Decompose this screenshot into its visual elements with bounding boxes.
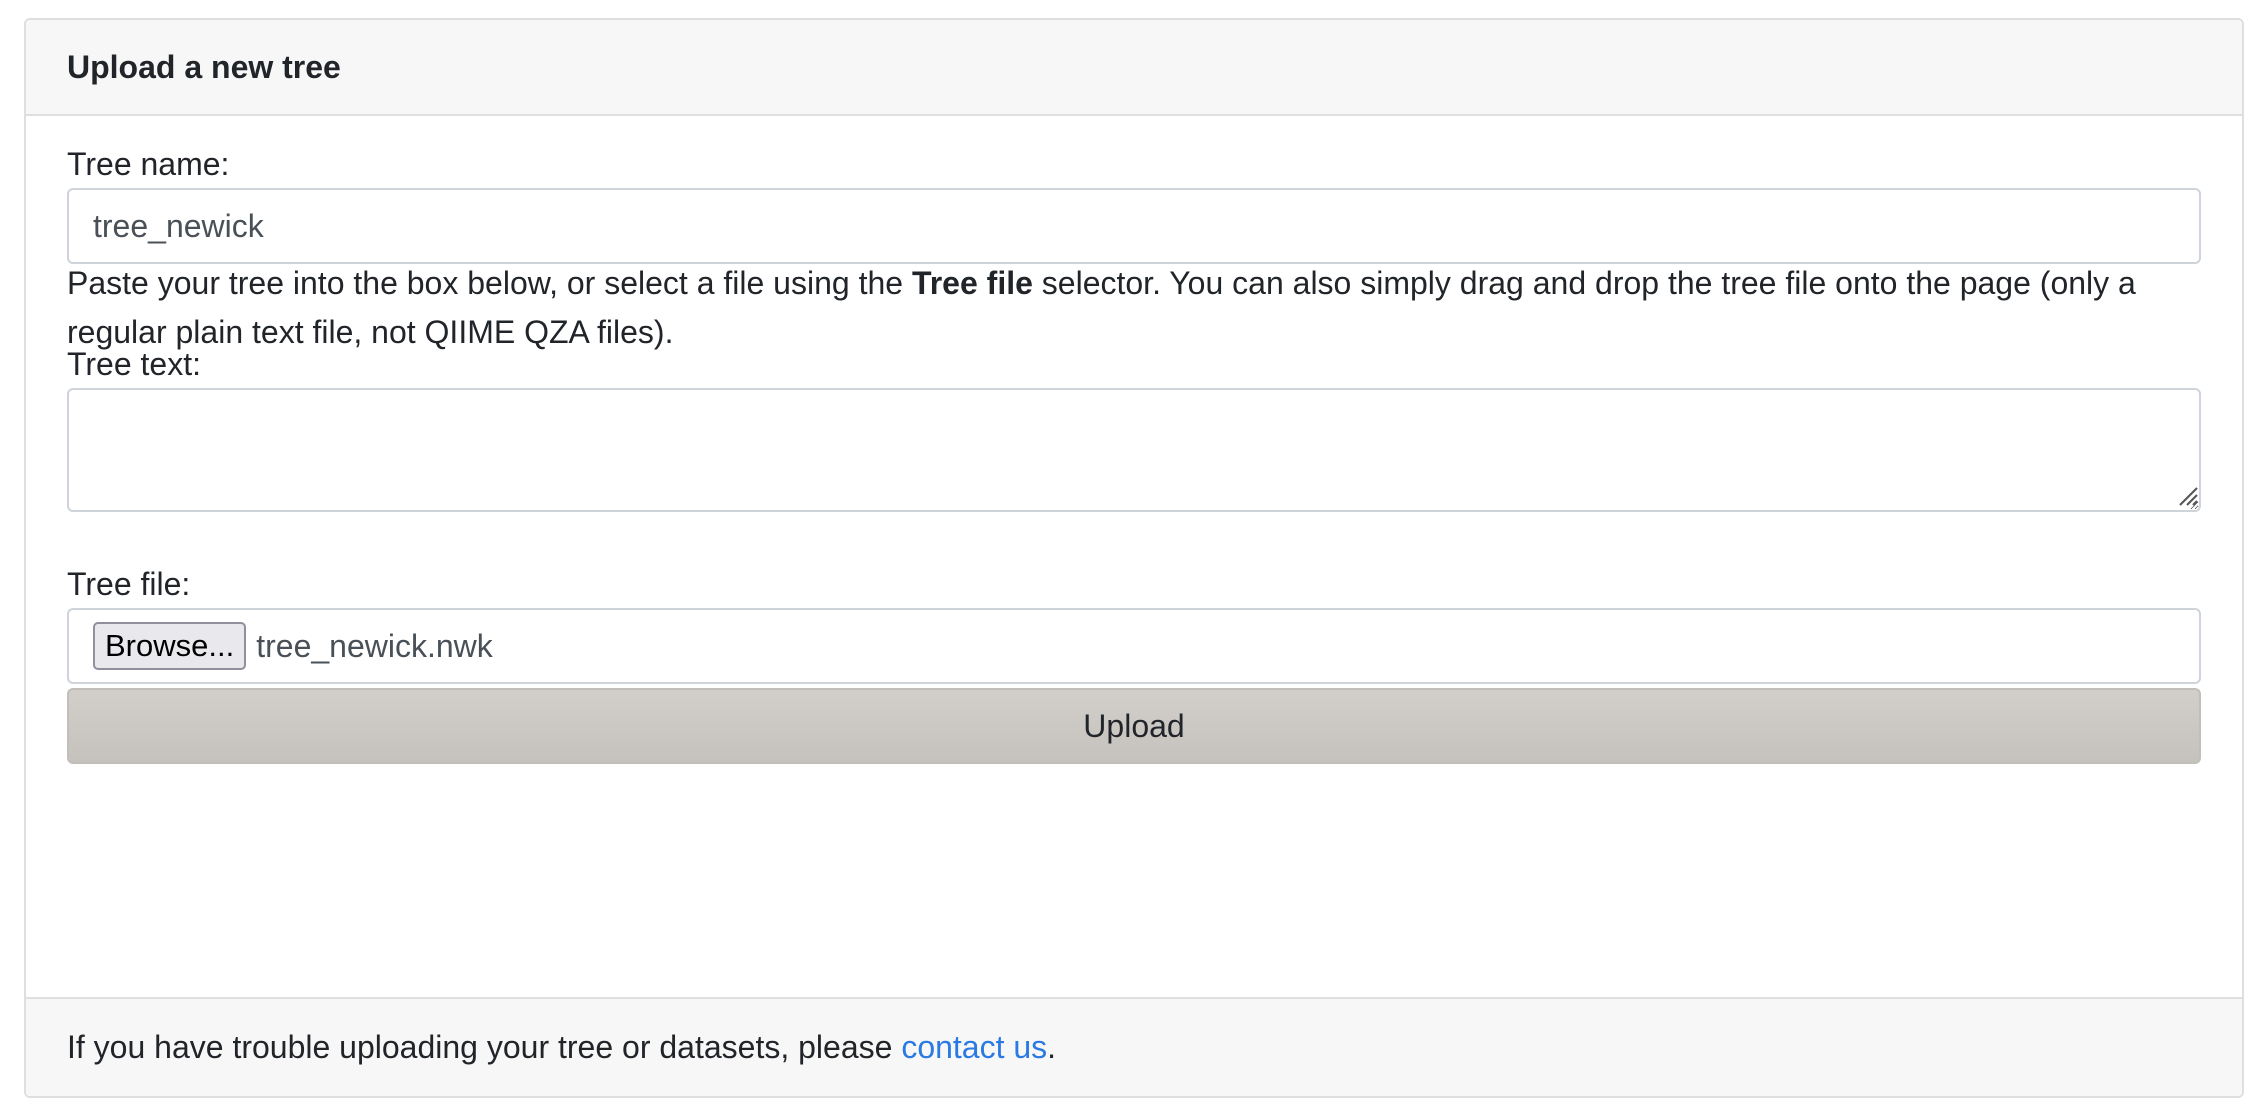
help-text: Paste your tree into the box below, or s… (67, 259, 2207, 357)
card-body: Tree name: Paste your tree into the box … (26, 116, 2242, 999)
card-header: Upload a new tree (26, 20, 2242, 116)
resize-grip-icon[interactable] (2176, 484, 2198, 506)
help-text-before: Paste your tree into the box below, or s… (67, 265, 912, 301)
tree-name-input[interactable] (67, 188, 2201, 264)
selected-file-name: tree_newick.nwk (256, 627, 493, 664)
tree-text-area[interactable] (67, 388, 2201, 512)
tree-file-label: Tree file: (67, 566, 191, 602)
footer-text-after: . (1047, 1029, 1057, 1065)
browse-button[interactable]: Browse... (93, 622, 247, 670)
card-title: Upload a new tree (67, 48, 341, 85)
card-footer: If you have trouble uploading your tree … (26, 997, 2242, 1096)
contact-us-link[interactable]: contact us (901, 1029, 1047, 1066)
upload-button[interactable]: Upload (67, 688, 2201, 764)
help-text-bold: Tree file (911, 265, 1033, 301)
upload-tree-card: Upload a new tree Tree name: Paste your … (24, 18, 2244, 1098)
tree-file-input[interactable]: Browse... tree_newick.nwk (67, 608, 2201, 684)
tree-text-label: Tree text: (67, 346, 201, 382)
tree-name-label: Tree name: (67, 146, 230, 182)
footer-text-before: If you have trouble uploading your tree … (67, 1029, 893, 1065)
